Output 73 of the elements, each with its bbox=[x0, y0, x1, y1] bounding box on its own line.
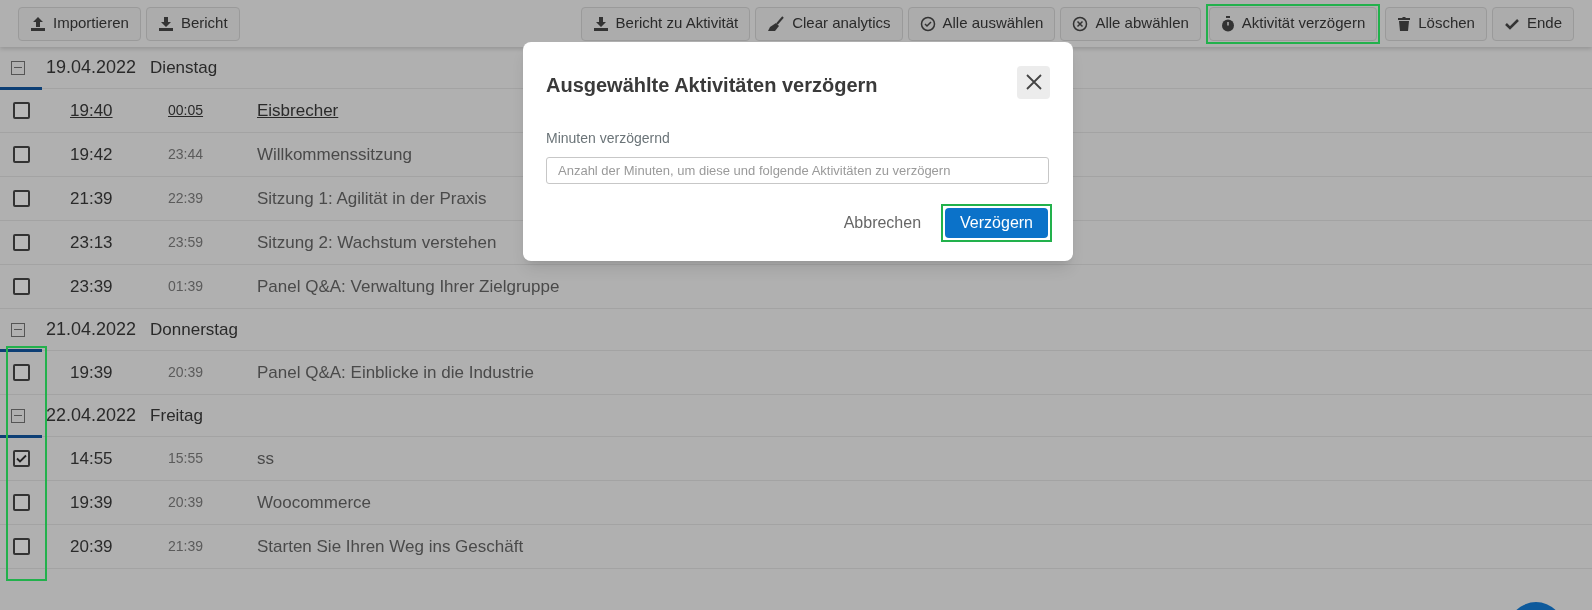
start-time: 23:39 bbox=[70, 275, 114, 298]
end-time: 23:59 bbox=[168, 233, 205, 252]
group-underline bbox=[0, 87, 42, 90]
toolbar-button[interactable]: Alle auswählen bbox=[907, 6, 1056, 41]
toolbar-button[interactable]: Bericht zu Aktivität bbox=[580, 6, 751, 41]
activity-title[interactable]: Willkommenssitzung bbox=[257, 141, 412, 168]
activity-title[interactable]: Sitzung 1: Agilität in der Praxis bbox=[257, 185, 487, 212]
group-underline bbox=[0, 349, 42, 352]
toolbar-button[interactable]: Importieren bbox=[18, 6, 141, 41]
cancel-button[interactable]: Abbrechen bbox=[837, 208, 928, 238]
end-time: 20:39 bbox=[168, 493, 205, 512]
toolbar-button[interactable]: Clear analytics bbox=[755, 6, 903, 41]
checkbox[interactable] bbox=[13, 190, 30, 207]
dialog-title: Ausgewählte Aktivitäten verzögern bbox=[546, 73, 878, 98]
download-icon bbox=[157, 15, 174, 32]
field-label: Minuten verzögernd bbox=[546, 129, 671, 148]
checkmark-icon bbox=[16, 454, 27, 463]
activity-title[interactable]: Panel Q&A: Einblicke in die Industrie bbox=[257, 359, 534, 386]
group-underline bbox=[0, 435, 42, 438]
checkbox[interactable] bbox=[13, 278, 30, 295]
collapse-toggle[interactable] bbox=[11, 60, 25, 75]
checkbox[interactable] bbox=[13, 234, 30, 251]
start-time: 21:39 bbox=[70, 187, 114, 210]
toolbar-button[interactable]: Löschen bbox=[1385, 6, 1487, 41]
download-icon bbox=[592, 15, 609, 32]
start-time: 19:40 bbox=[70, 99, 114, 122]
trash-icon bbox=[1397, 15, 1412, 32]
start-time: 19:39 bbox=[70, 361, 114, 384]
collapse-toggle[interactable] bbox=[11, 408, 25, 423]
end-time: 21:39 bbox=[168, 537, 205, 556]
checkbox[interactable] bbox=[13, 364, 30, 381]
start-time: 19:39 bbox=[70, 491, 114, 514]
activity-title[interactable]: Starten Sie Ihren Weg ins Geschäft bbox=[257, 533, 524, 560]
close-icon bbox=[1025, 74, 1042, 90]
group-date: 21.04.2022 bbox=[46, 318, 137, 341]
toolbar-button[interactable]: Bericht bbox=[145, 6, 240, 41]
start-time: 23:13 bbox=[70, 231, 114, 254]
toolbar-button[interactable]: Aktivität verzögern bbox=[1208, 6, 1378, 41]
toolbar-button[interactable]: Alle abwählen bbox=[1060, 6, 1201, 41]
toolbar-button[interactable]: Ende bbox=[1491, 6, 1574, 41]
checkbox[interactable] bbox=[13, 146, 30, 163]
x-circle-icon bbox=[1072, 15, 1089, 32]
stopwatch-icon bbox=[1220, 15, 1235, 32]
end-time: 20:39 bbox=[168, 363, 205, 382]
checkbox[interactable] bbox=[13, 494, 30, 511]
group-date: 19.04.2022 bbox=[46, 56, 137, 79]
end-time: 15:55 bbox=[168, 449, 205, 468]
end-time: 22:39 bbox=[168, 189, 205, 208]
start-time: 14:55 bbox=[70, 447, 114, 470]
checkbox[interactable] bbox=[13, 450, 30, 467]
check-circle-icon bbox=[919, 15, 936, 32]
close-button[interactable] bbox=[1017, 65, 1050, 99]
activity-title[interactable]: Woocommerce bbox=[257, 489, 371, 516]
activity-title[interactable]: Sitzung 2: Wachstum verstehen bbox=[257, 229, 497, 256]
group-weekday: Dienstag bbox=[150, 56, 218, 79]
group-weekday: Freitag bbox=[150, 404, 203, 427]
end-time: 23:44 bbox=[168, 145, 205, 164]
minutes-input-field[interactable]: Anzahl der Minuten, um diese und folgende Aktivitäten zu verzögern bbox=[546, 157, 1049, 184]
end-time: 00:05 bbox=[168, 101, 205, 120]
collapse-toggle[interactable] bbox=[11, 322, 25, 337]
start-time: 20:39 bbox=[70, 535, 114, 558]
checkbox[interactable] bbox=[13, 538, 30, 555]
broom-icon bbox=[767, 15, 786, 32]
activity-title[interactable]: Panel Q&A: Verwaltung Ihrer Zielgruppe bbox=[257, 273, 560, 300]
end-time: 01:39 bbox=[168, 277, 205, 296]
activity-title[interactable]: Eisbrecher bbox=[257, 97, 339, 124]
upload-icon bbox=[30, 15, 46, 32]
confirm-button[interactable]: Verzögern bbox=[945, 208, 1048, 238]
activity-title[interactable]: ss bbox=[257, 445, 274, 472]
group-weekday: Donnerstag bbox=[150, 318, 238, 341]
checkbox[interactable] bbox=[13, 102, 30, 119]
start-time: 19:42 bbox=[70, 143, 114, 166]
group-date: 22.04.2022 bbox=[46, 404, 137, 427]
